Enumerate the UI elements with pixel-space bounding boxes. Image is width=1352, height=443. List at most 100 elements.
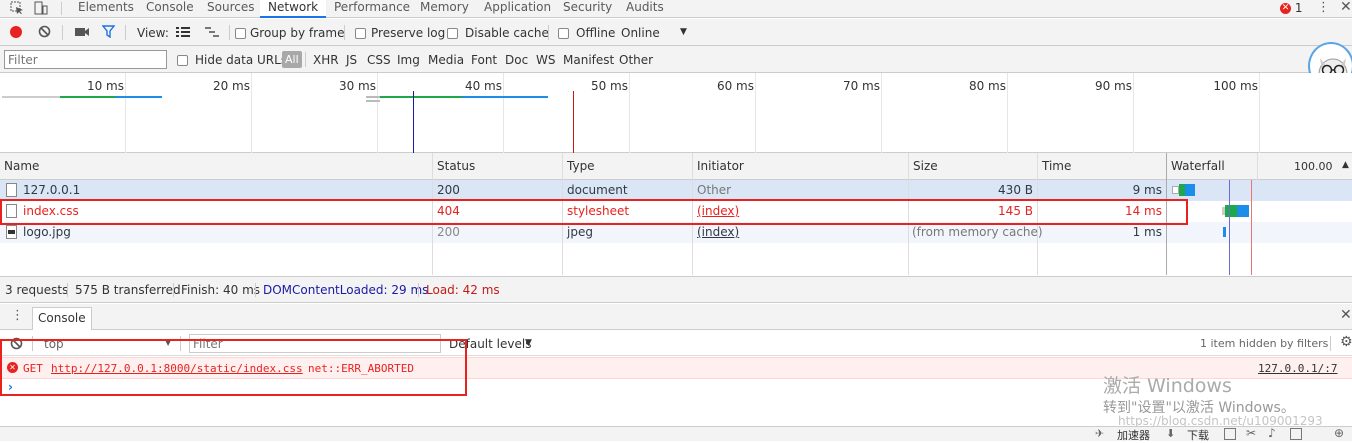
tab-network[interactable]: Network [260, 0, 327, 18]
download-icon[interactable]: ⬇ [1166, 427, 1175, 440]
overview-gridline [377, 73, 378, 153]
preserve-log-checkbox[interactable] [355, 28, 366, 39]
divider [61, 2, 62, 15]
filter-type-doc[interactable]: Doc [505, 53, 528, 67]
divider [62, 25, 63, 40]
waterfall-view-icon[interactable] [205, 26, 219, 38]
filter-type-media[interactable]: Media [428, 53, 464, 67]
overview-gridline [881, 73, 882, 153]
overview-gridline [1259, 73, 1260, 153]
error-source-link[interactable]: 127.0.0.1/:7 [1258, 362, 1337, 375]
column-header-status[interactable]: Status [433, 153, 475, 180]
overview-gridline [629, 73, 630, 153]
filter-type-img[interactable]: Img [397, 53, 420, 67]
close-drawer-icon[interactable]: ✕ [1340, 307, 1352, 323]
document-icon [6, 183, 17, 197]
drawer-tab-console[interactable]: Console [32, 307, 92, 330]
throttling-select[interactable]: Online [621, 26, 660, 40]
record-button[interactable] [10, 26, 22, 38]
request-type: document [567, 183, 628, 197]
filter-type-all[interactable]: All [282, 51, 302, 68]
tab-audits[interactable]: Audits [626, 0, 664, 18]
chevron-down-icon[interactable]: ▲ [1342, 160, 1349, 170]
chevron-down-icon[interactable]: ▼ [680, 27, 687, 37]
capture-screenshots-icon[interactable] [75, 26, 90, 38]
column-header-waterfall[interactable]: Waterfall [1167, 153, 1225, 180]
error-icon: ✕ [1280, 3, 1291, 14]
clear-icon[interactable] [38, 25, 51, 38]
divider [67, 283, 68, 297]
tab-application[interactable]: Application [484, 0, 551, 18]
overview-bar [60, 96, 115, 98]
inspect-element-icon[interactable] [10, 1, 24, 15]
filter-type-xhr[interactable]: XHR [313, 53, 339, 67]
column-header-initiator[interactable]: Initiator [693, 153, 744, 180]
request-name: 127.0.0.1 [23, 183, 81, 197]
column-header-type[interactable]: Type [563, 153, 595, 180]
gear-icon[interactable]: ⚙ [1340, 334, 1352, 350]
waterfall-bar [1225, 205, 1237, 217]
request-time: 1 ms [1132, 225, 1162, 239]
load-marker [573, 91, 574, 153]
overview-tick: 50 ms [590, 79, 628, 93]
overview-bar [115, 96, 162, 98]
group-by-frame-toggle[interactable] [235, 26, 246, 40]
scissors-icon[interactable]: ✂ [1246, 426, 1256, 440]
accelerator-icon[interactable]: ✈ [1095, 427, 1104, 440]
divider [125, 25, 126, 40]
audio-icon[interactable]: ♪ [1268, 426, 1276, 440]
filter-input[interactable] [4, 50, 167, 69]
column-header-time[interactable]: Time [1038, 153, 1071, 180]
chevron-down-icon[interactable]: ▼ [525, 338, 532, 348]
summary-finish: Finish: 40 ms [181, 283, 261, 297]
summary-transferred: 575 B transferred [75, 283, 181, 297]
filter-type-ws[interactable]: WS [536, 53, 555, 67]
extension-icon[interactable] [1224, 428, 1236, 440]
tab-sources[interactable]: Sources [207, 0, 254, 18]
table-row[interactable]: 127.0.0.1 200 document Other 430 B 9 ms [0, 180, 1167, 201]
network-summary-bar: 3 requests 575 B transferred Finish: 40 … [0, 276, 1352, 303]
offline-checkbox[interactable] [558, 28, 569, 39]
window-icon[interactable] [1290, 428, 1302, 440]
drawer-menu-icon[interactable]: ⋮ [11, 308, 24, 323]
disable-cache-label: Disable cache [465, 26, 549, 40]
filter-type-font[interactable]: Font [471, 53, 497, 67]
overview-gridline [1007, 73, 1008, 153]
request-type: jpeg [567, 225, 593, 239]
filter-type-manifest[interactable]: Manifest [563, 53, 614, 67]
device-toolbar-icon[interactable] [34, 1, 48, 15]
request-initiator-link[interactable]: (index) [697, 222, 739, 243]
overview-tick: 70 ms [842, 79, 880, 93]
preserve-log-label: Preserve log [371, 26, 446, 40]
table-row[interactable]: logo.jpg 200 jpeg (index) (from memory c… [0, 222, 1167, 243]
dcl-marker [413, 91, 414, 153]
disable-cache-checkbox[interactable] [447, 28, 458, 39]
waterfall-bar [1237, 205, 1249, 217]
list-view-icon[interactable] [176, 26, 190, 38]
overview-bar [462, 96, 548, 98]
waterfall-bar [1172, 186, 1179, 194]
row-bg [0, 243, 1352, 275]
more-menu-icon[interactable]: ⋮ [1317, 0, 1330, 15]
tab-memory[interactable]: Memory [420, 0, 469, 18]
filter-type-css[interactable]: CSS [367, 53, 391, 67]
zoom-icon[interactable]: ⊕ [1334, 426, 1344, 440]
tab-performance[interactable]: Performance [334, 0, 410, 18]
column-header-size[interactable]: Size [909, 153, 938, 180]
error-counter[interactable]: ✕ 1 [1280, 1, 1302, 15]
image-icon [6, 225, 17, 239]
filter-type-js[interactable]: JS [346, 53, 357, 67]
column-header-name[interactable]: Name [0, 153, 39, 180]
overview-bar [380, 96, 462, 98]
overview-tick: 60 ms [716, 79, 754, 93]
tab-console[interactable]: Console [146, 0, 194, 18]
filter-icon[interactable] [101, 25, 116, 39]
dcl-marker [1229, 180, 1230, 275]
tab-elements[interactable]: Elements [78, 0, 134, 18]
tab-security[interactable]: Security [563, 0, 612, 18]
group-by-frame-checkbox[interactable] [235, 28, 246, 39]
filter-type-other[interactable]: Other [619, 53, 653, 67]
hide-data-urls-checkbox[interactable] [177, 55, 188, 66]
close-devtools-icon[interactable]: ✕ [1340, 0, 1352, 15]
network-overview[interactable]: 10 ms 20 ms 30 ms 40 ms 50 ms 60 ms 70 m… [0, 73, 1352, 153]
